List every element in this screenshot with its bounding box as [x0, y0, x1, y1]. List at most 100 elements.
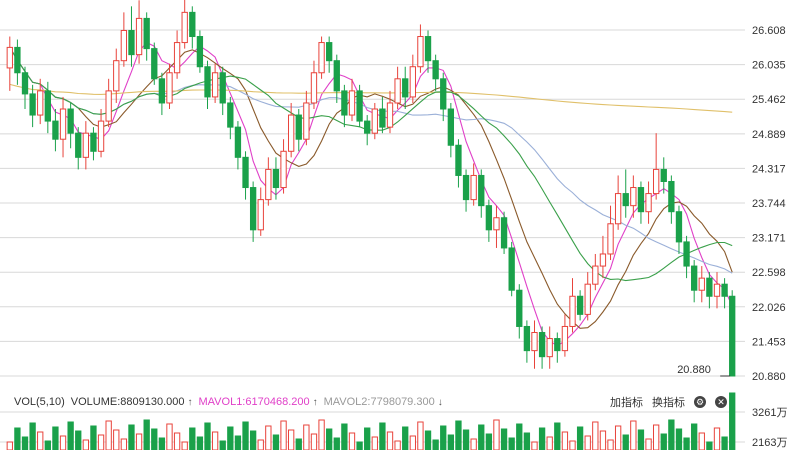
candle-body	[59, 108, 67, 140]
volume-bar	[538, 427, 546, 450]
volume-bar	[516, 423, 523, 450]
volume-bar	[523, 432, 531, 450]
candle-body	[295, 114, 302, 140]
candle-body	[303, 102, 310, 140]
volume-bar	[242, 421, 249, 450]
candle-body	[675, 211, 683, 243]
volume-bar	[341, 423, 348, 450]
volume-bar	[576, 426, 584, 450]
candle-body	[630, 187, 637, 207]
candle-body	[234, 126, 242, 158]
volume-legend: VOL(5,10) VOLUME:8809130.000 ↑ MAVOL1:61…	[0, 392, 800, 412]
candle-body	[500, 217, 508, 249]
candle-body	[576, 295, 584, 315]
switch-indicator-button[interactable]: 换指标	[652, 394, 685, 410]
candle-body	[37, 90, 44, 116]
volume-bar	[97, 434, 105, 450]
candle-body	[196, 36, 204, 68]
volume-bar	[52, 426, 59, 450]
candle-body	[546, 338, 553, 358]
volume-value: VOLUME:8809130.000	[70, 396, 185, 408]
candle-body	[523, 325, 531, 352]
candle-body	[660, 168, 667, 182]
volume-bar	[166, 423, 173, 450]
candle-body	[120, 29, 128, 62]
volume-bar	[630, 420, 637, 450]
candle-body	[584, 283, 591, 315]
y-tick-label: 26.608	[752, 25, 786, 37]
price-chart[interactable]: 26.608 26.035 25.462 24.889 24.317 23.744 23.1…	[0, 0, 800, 450]
candle-body	[249, 187, 257, 231]
candle-body	[310, 72, 318, 104]
candle-body	[554, 338, 561, 352]
candle-body	[371, 108, 378, 134]
close-icon[interactable]: ✕	[715, 396, 727, 408]
volume-bar	[14, 427, 21, 450]
candle-body	[181, 11, 188, 44]
volume-bar	[645, 438, 652, 450]
volume-bar	[257, 439, 264, 450]
candle-body	[326, 42, 333, 62]
candle-body	[729, 295, 736, 377]
volume-bar	[417, 421, 424, 450]
candle-body	[227, 102, 234, 128]
candle-body	[698, 277, 705, 291]
volume-bar	[6, 441, 13, 450]
candle-body	[592, 265, 599, 285]
volume-bar	[607, 439, 614, 450]
volume-bar	[721, 436, 728, 450]
volume-bar	[478, 424, 485, 450]
candle-body	[652, 168, 660, 195]
volume-bar	[59, 435, 67, 450]
candle-body	[531, 332, 538, 352]
candle-body	[668, 180, 675, 213]
candle-body	[173, 42, 181, 74]
volume-bar	[493, 419, 500, 450]
volume-bar	[295, 438, 302, 450]
volume-bar	[508, 437, 515, 450]
volume-bar	[402, 426, 409, 450]
volume-bar	[447, 434, 455, 450]
volume-bar	[554, 422, 561, 450]
candle-body	[113, 60, 120, 92]
candle-body	[135, 17, 143, 56]
candle-body	[341, 90, 348, 116]
volume-bar	[211, 431, 219, 450]
volume-bar	[21, 436, 29, 450]
volume-bar	[75, 430, 82, 450]
indicator-controls: 加指标 换指标 ⚙ ✕	[610, 394, 730, 410]
volume-bar	[135, 433, 143, 450]
candle-body	[394, 78, 401, 104]
volume-bar	[424, 430, 432, 450]
y-tick-label: 22.598	[752, 267, 786, 279]
candle-body	[424, 36, 432, 62]
volume-bar	[356, 441, 363, 450]
candle-body	[158, 78, 166, 104]
candle-body	[478, 174, 485, 207]
candle-body	[614, 193, 622, 225]
y-tick-label: 26.035	[752, 60, 786, 72]
volume-bar	[173, 432, 181, 450]
volume-bar	[181, 441, 188, 450]
y-tick-label: 22.026	[752, 302, 786, 314]
candle-body	[151, 48, 158, 80]
volume-bar	[204, 422, 211, 450]
volume-bar	[652, 424, 660, 450]
volume-bar	[561, 431, 569, 450]
volume-bar	[379, 422, 386, 450]
candle-body	[607, 223, 614, 255]
gear-icon[interactable]: ⚙	[694, 396, 706, 408]
candle-body	[637, 187, 645, 213]
candle-body	[402, 78, 409, 98]
candle-body	[128, 29, 135, 56]
volume-bar	[105, 420, 112, 450]
y-tick-label: 25.462	[752, 94, 786, 106]
candle-body	[242, 156, 249, 189]
add-indicator-button[interactable]: 加指标	[610, 394, 643, 410]
candle-body	[432, 60, 439, 80]
volume-bar	[128, 424, 135, 450]
volume-bar	[151, 428, 158, 450]
volume-bar	[120, 438, 128, 450]
y-axis-labels: 26.608 26.035 25.462 24.889 24.317 23.744 23.1…	[752, 25, 786, 383]
volume-up-arrow-icon: ↑	[187, 396, 193, 408]
